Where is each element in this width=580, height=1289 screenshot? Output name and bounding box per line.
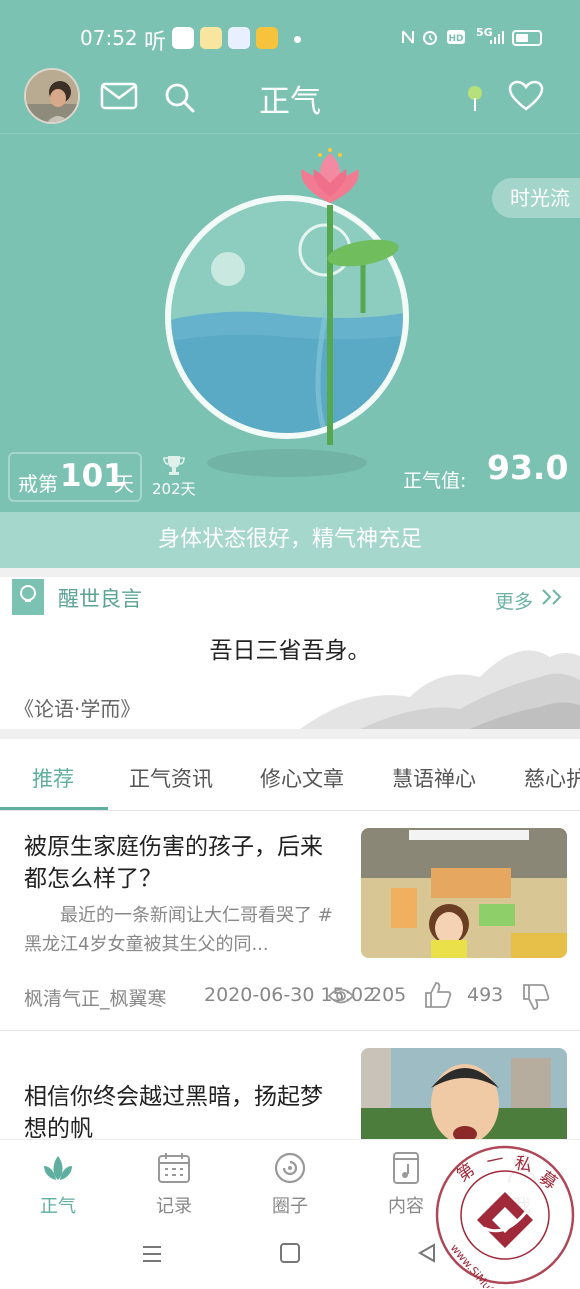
article-title[interactable]: 被原生家庭伤害的孩子，后来都怎么样了？ bbox=[24, 831, 339, 895]
menu-icon[interactable] bbox=[141, 1243, 163, 1265]
trophy-icon bbox=[163, 456, 185, 475]
uc-app-icon bbox=[256, 27, 278, 49]
double-chevron-right-icon[interactable] bbox=[540, 587, 566, 607]
svg-text:HD: HD bbox=[448, 34, 463, 44]
zhengqi-label: 正气值: bbox=[403, 470, 467, 492]
quote-source: 《论语·学而》 bbox=[14, 697, 141, 721]
tab-recommend[interactable]: 推荐 bbox=[32, 763, 74, 793]
lightbulb-icon bbox=[12, 579, 44, 615]
time-flow-button[interactable]: 时光流 bbox=[492, 178, 580, 218]
status-bar: 07:52 听 HD 5G bbox=[0, 0, 580, 70]
eye-icon bbox=[328, 988, 354, 1004]
body-status-text: 身体状态很好，精气神充足 bbox=[0, 512, 580, 568]
section-gap bbox=[0, 568, 580, 577]
abstain-prefix: 戒第 bbox=[18, 472, 58, 496]
article-summary: 最近的一条新闻让大仁哥看哭了 #黑龙江4岁女童被其生父的同... bbox=[24, 905, 333, 955]
page-title: 正气 bbox=[259, 84, 321, 120]
article-card[interactable]: 被原生家庭伤害的孩子，后来都怎么样了？ 最近的一条新闻让大仁哥看哭了 #黑龙江4… bbox=[0, 811, 580, 1030]
category-tabs: 推荐 正气资讯 修心文章 慧语禅心 慈心护 bbox=[0, 739, 580, 811]
article-thumbnail[interactable] bbox=[361, 828, 567, 958]
zhengqi-value: 93.0 bbox=[487, 448, 569, 487]
quote-heading: 醒世良言 bbox=[58, 587, 142, 611]
sprout-icon[interactable] bbox=[464, 84, 486, 112]
simu-watermark-logo: 第 一 私 募 www.SiMu001.cn bbox=[435, 1145, 575, 1288]
notification-dot bbox=[294, 36, 301, 43]
nav-label: 圈子 bbox=[272, 1196, 308, 1217]
alarm-icon bbox=[423, 31, 437, 45]
baidu-app-icon bbox=[172, 27, 194, 49]
circle-icon bbox=[274, 1152, 306, 1184]
thumbs-up-icon[interactable] bbox=[424, 981, 452, 1009]
qq-browser-app-icon bbox=[228, 27, 250, 49]
heart-icon[interactable] bbox=[508, 80, 544, 112]
thumbs-down-icon[interactable] bbox=[522, 983, 550, 1011]
article-title[interactable]: 相信你终会越过黑暗，扬起梦想的帆 bbox=[24, 1081, 339, 1139]
tab-huiyu-chanxin[interactable]: 慧语禅心 bbox=[392, 763, 476, 793]
tab-cixin[interactable]: 慈心护 bbox=[524, 763, 580, 793]
abstain-days-box[interactable]: 戒第 101 天 bbox=[8, 452, 142, 502]
weibo-app-icon bbox=[200, 27, 222, 49]
tab-zhengqi-news[interactable]: 正气资讯 bbox=[129, 763, 213, 793]
nav-label: 正气 bbox=[40, 1196, 76, 1217]
hd-icon: HD bbox=[447, 30, 465, 44]
record-days: 202天 bbox=[152, 480, 196, 498]
article-views: 205 bbox=[370, 984, 407, 1006]
lotus-bowl-illustration[interactable] bbox=[150, 145, 420, 485]
tab-xiuxin-articles[interactable]: 修心文章 bbox=[260, 763, 344, 793]
tab-active-indicator bbox=[0, 807, 108, 810]
section-gap bbox=[0, 729, 580, 739]
nav-label: 记录 bbox=[156, 1196, 192, 1217]
lotus-icon bbox=[44, 1156, 72, 1180]
home-icon[interactable] bbox=[279, 1242, 301, 1264]
nav-record[interactable]: 记录 bbox=[116, 1140, 232, 1230]
header-divider bbox=[0, 133, 580, 134]
abstain-suffix: 天 bbox=[114, 472, 134, 496]
mail-icon[interactable] bbox=[100, 82, 138, 110]
user-avatar[interactable] bbox=[24, 68, 80, 124]
quote-more-link[interactable]: 更多 bbox=[495, 587, 533, 614]
nfc-icon bbox=[402, 30, 414, 44]
article-thumbnail[interactable] bbox=[361, 1048, 567, 1139]
nav-circle[interactable]: 圈子 bbox=[232, 1140, 348, 1230]
calendar-icon bbox=[158, 1153, 190, 1183]
signal-icon bbox=[490, 31, 504, 44]
search-icon[interactable] bbox=[164, 82, 196, 114]
article-likes: 493 bbox=[467, 984, 504, 1006]
battery-icon bbox=[512, 30, 542, 46]
status-time: 07:52 bbox=[80, 26, 138, 50]
article-card[interactable]: 相信你终会越过黑暗，扬起梦想的帆 bbox=[0, 1031, 580, 1139]
note-icon bbox=[393, 1152, 419, 1184]
listen-app-icon: 听 bbox=[144, 30, 167, 55]
article-author[interactable]: 枫清气正_枫翼寒 bbox=[24, 984, 167, 1011]
quote-card[interactable]: 醒世良言 更多 吾日三省吾身。 《论语·学而》 bbox=[0, 577, 580, 729]
nav-zhengqi[interactable]: 正气 bbox=[0, 1140, 116, 1230]
quote-text: 吾日三省吾身。 bbox=[209, 638, 371, 664]
